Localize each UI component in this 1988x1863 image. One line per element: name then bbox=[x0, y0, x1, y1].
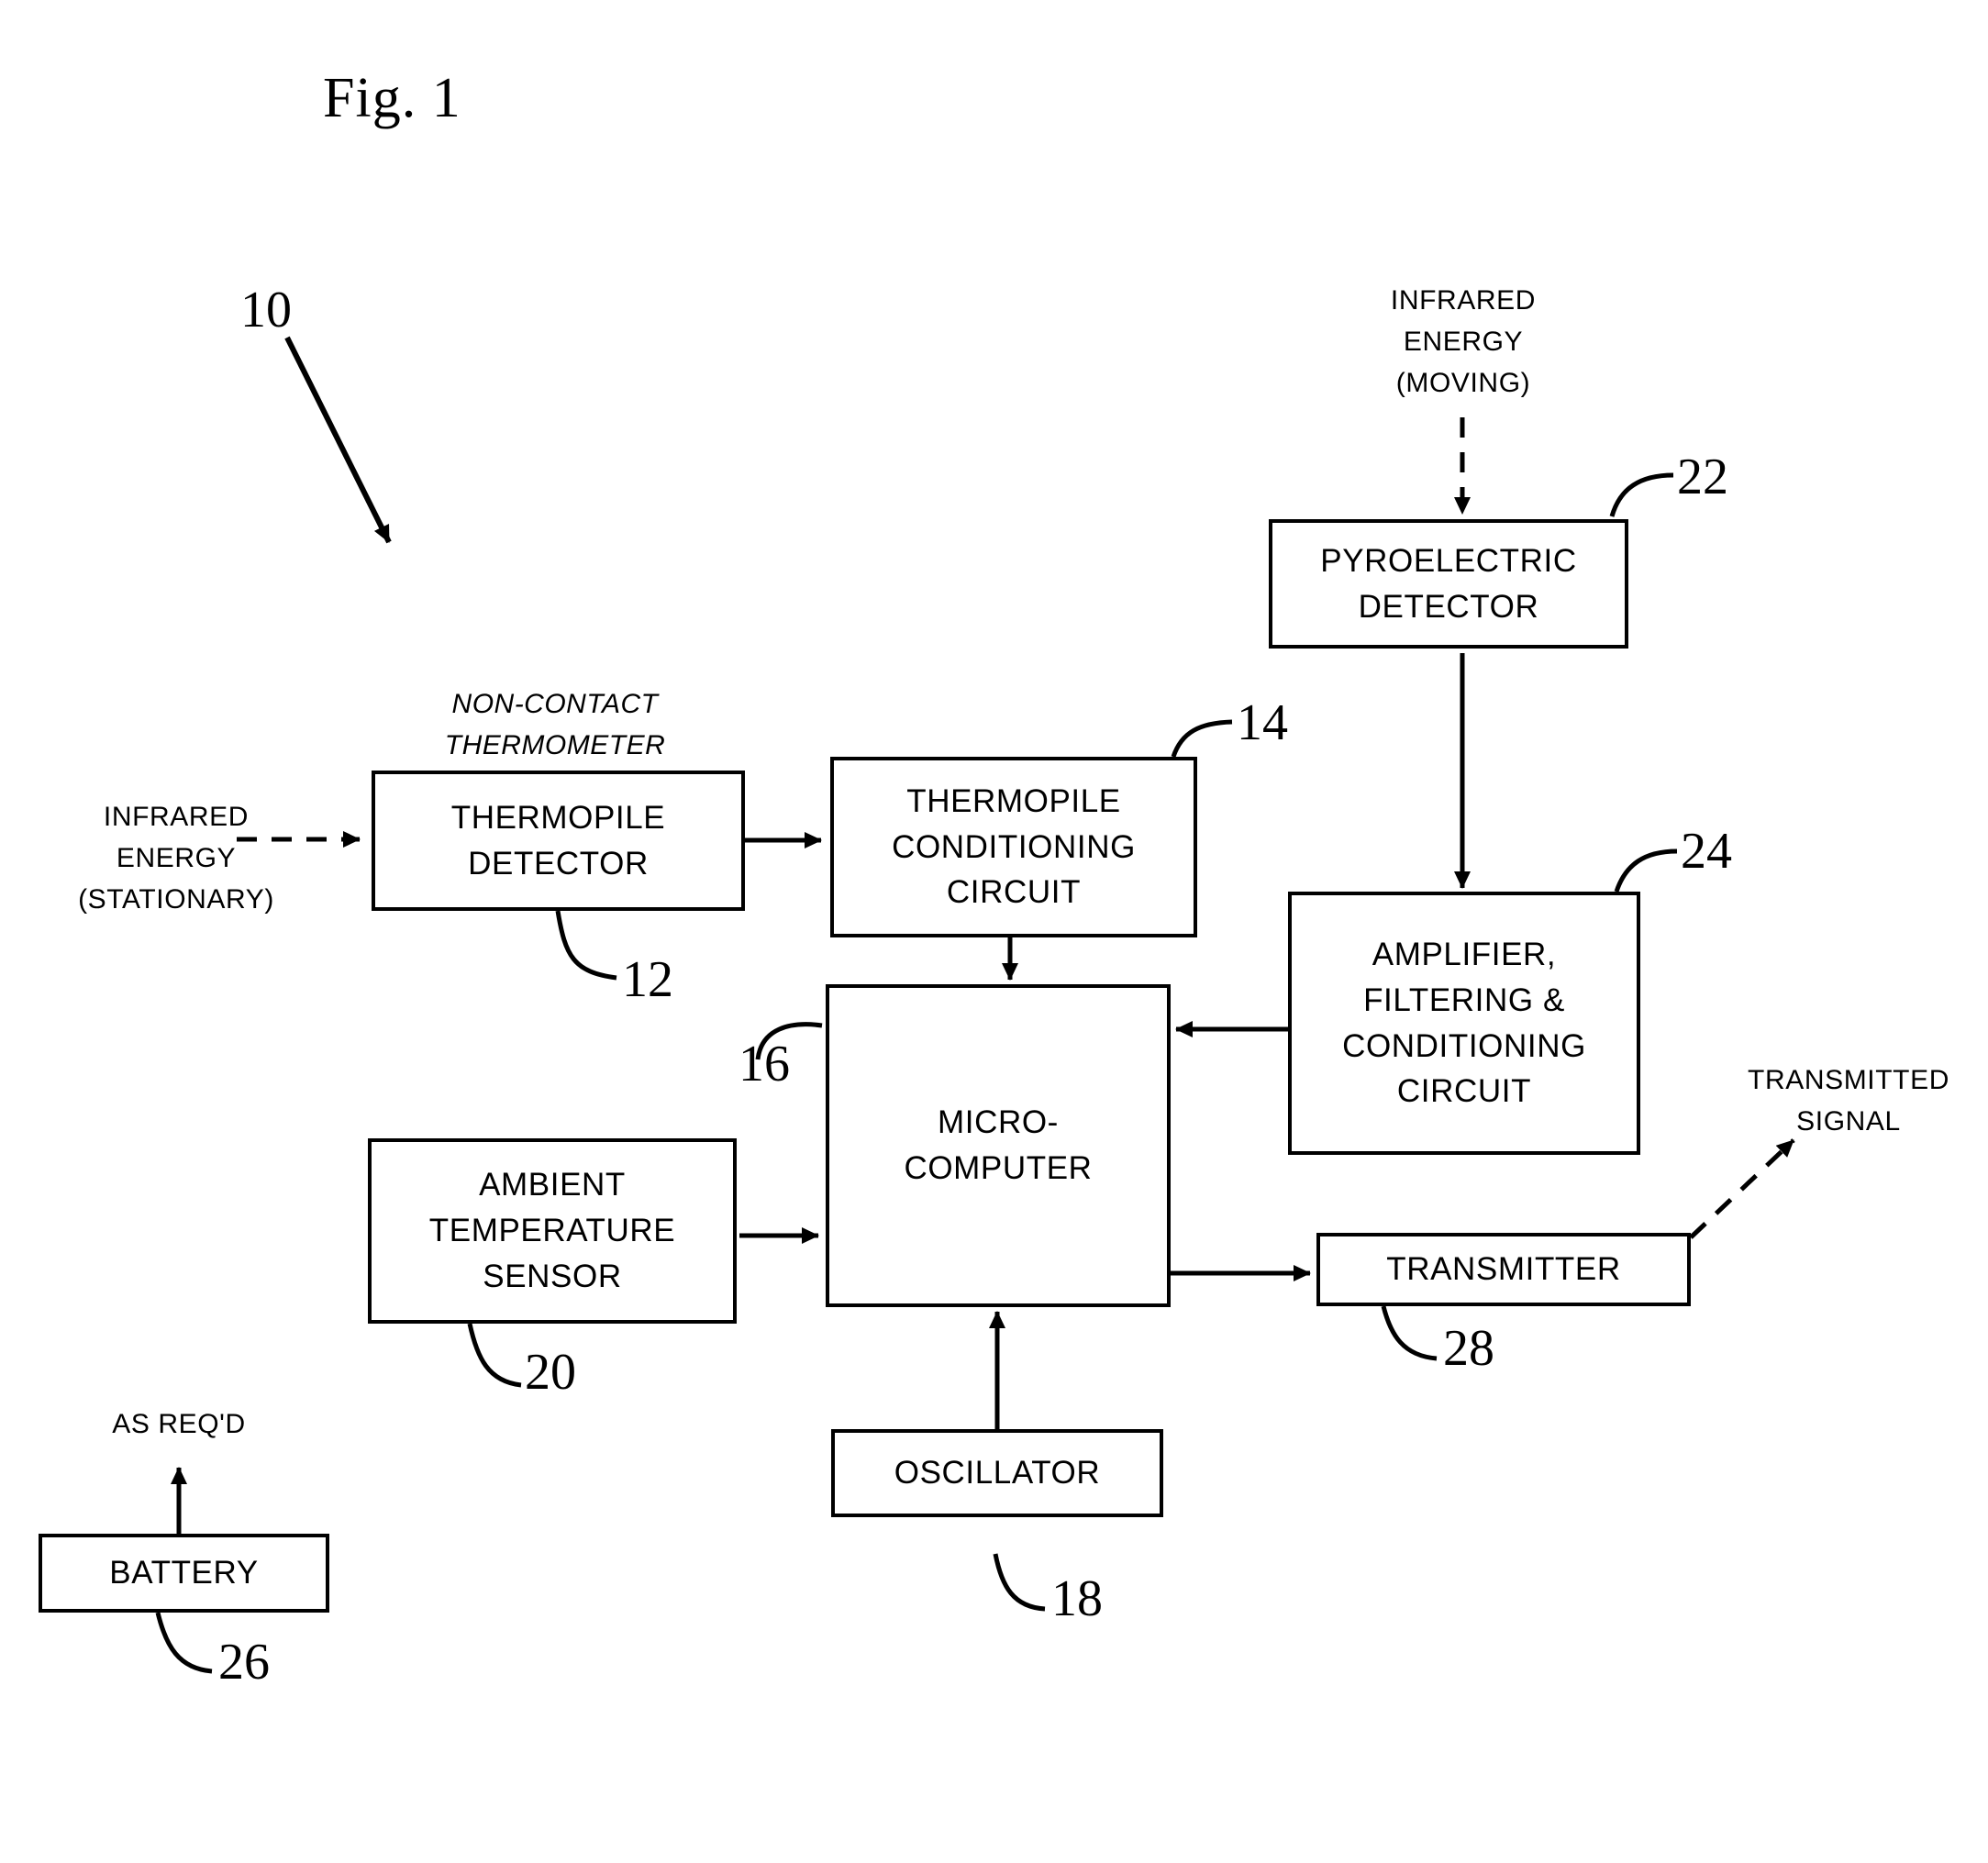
ref-number-26: 26 bbox=[218, 1634, 270, 1691]
block-micro-computer[interactable]: MICRO- COMPUTER bbox=[826, 984, 1171, 1307]
non-contact-thermometer-label: NON-CONTACT THERMOMETER bbox=[444, 689, 666, 760]
as-required-label: AS REQ'D bbox=[112, 1409, 246, 1439]
block-thermopile-conditioning-circuit[interactable]: THERMOPILE CONDITIONING CIRCUIT bbox=[830, 757, 1197, 937]
ref-number-16: 16 bbox=[739, 1036, 790, 1092]
ref-number-18: 18 bbox=[1051, 1570, 1103, 1627]
block-oscillator[interactable]: OSCILLATOR bbox=[831, 1429, 1163, 1517]
ref-number-12: 12 bbox=[622, 951, 673, 1008]
block-thermopile-detector[interactable]: THERMOPILE DETECTOR bbox=[372, 771, 745, 911]
block-transmitter[interactable]: TRANSMITTER bbox=[1316, 1233, 1691, 1306]
patent-figure: Fig. 1 10 INFRARED ENERGY (STATIONARY) N… bbox=[0, 0, 1988, 1863]
block-battery[interactable]: BATTERY bbox=[39, 1534, 329, 1613]
ref-number-14: 14 bbox=[1237, 694, 1288, 751]
transmitted-signal-label: TRANSMITTED SIGNAL bbox=[1748, 1065, 1949, 1137]
system-ref-arrow bbox=[284, 336, 392, 544]
ref-number-24: 24 bbox=[1681, 823, 1732, 880]
ref-number-28: 28 bbox=[1443, 1320, 1494, 1377]
ref-number-20: 20 bbox=[525, 1344, 576, 1401]
infrared-energy-moving-label: INFRARED ENERGY (MOVING) bbox=[1390, 285, 1537, 398]
ref-number-22: 22 bbox=[1677, 449, 1728, 505]
infrared-energy-stationary-label: INFRARED ENERGY (STATIONARY) bbox=[78, 802, 274, 915]
block-ambient-temperature-sensor[interactable]: AMBIENT TEMPERATURE SENSOR bbox=[368, 1138, 737, 1324]
block-amplifier-filtering-conditioning-circuit[interactable]: AMPLIFIER, FILTERING & CONDITIONING CIRC… bbox=[1288, 892, 1640, 1155]
transmitted-signal-arrow bbox=[1689, 1138, 1795, 1239]
block-pyroelectric-detector[interactable]: PYROELECTRIC DETECTOR bbox=[1269, 519, 1628, 649]
figure-title: Fig. 1 bbox=[323, 67, 461, 129]
ref-number-10: 10 bbox=[240, 282, 292, 338]
